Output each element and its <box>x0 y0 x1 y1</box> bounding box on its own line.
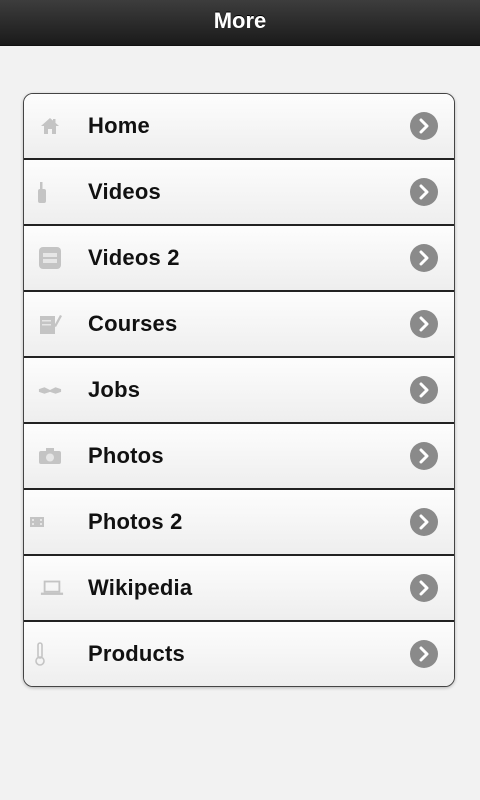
chevron-right-icon <box>410 640 438 668</box>
home-icon <box>38 114 62 138</box>
youtube-icon <box>38 246 62 270</box>
menu-item-label: Photos <box>88 443 164 468</box>
chevron-right-icon <box>410 178 438 206</box>
menu-item-courses[interactable]: Courses <box>24 292 454 358</box>
menu-item-photos[interactable]: Photos <box>24 424 454 490</box>
menu-item-home[interactable]: Home <box>24 94 454 160</box>
menu-item-label: Courses <box>88 311 178 336</box>
chevron-right-icon <box>410 244 438 272</box>
menu-item-label: Photos 2 <box>88 509 183 534</box>
menu-item-videos[interactable]: Videos <box>24 160 454 226</box>
laptop-icon <box>40 576 64 600</box>
chevron-right-icon <box>410 310 438 338</box>
chevron-right-icon <box>410 508 438 536</box>
handshake-icon <box>38 378 62 402</box>
thermometer-icon <box>28 642 52 666</box>
menu-item-label: Home <box>88 113 150 138</box>
menu-item-label: Products <box>88 641 185 666</box>
chevron-right-icon <box>410 376 438 404</box>
notebook-pencil-icon <box>38 312 62 336</box>
chevron-right-icon <box>410 112 438 140</box>
video-camera-icon <box>30 180 54 204</box>
menu-item-label: Videos <box>88 179 161 204</box>
chevron-right-icon <box>410 442 438 470</box>
film-icon <box>26 510 50 534</box>
menu-list: Home Videos Videos 2 Courses Jobs Photos… <box>23 93 455 687</box>
chevron-right-icon <box>410 574 438 602</box>
menu-item-label: Videos 2 <box>88 245 180 270</box>
menu-item-products[interactable]: Products <box>24 622 454 686</box>
menu-item-photos-2[interactable]: Photos 2 <box>24 490 454 556</box>
menu-item-videos-2[interactable]: Videos 2 <box>24 226 454 292</box>
menu-item-label: Jobs <box>88 377 141 402</box>
menu-item-jobs[interactable]: Jobs <box>24 358 454 424</box>
menu-item-wikipedia[interactable]: Wikipedia <box>24 556 454 622</box>
header-bar: More <box>0 0 480 46</box>
page-title: More <box>213 7 267 33</box>
camera-icon <box>38 444 62 468</box>
menu-item-label: Wikipedia <box>88 575 193 600</box>
